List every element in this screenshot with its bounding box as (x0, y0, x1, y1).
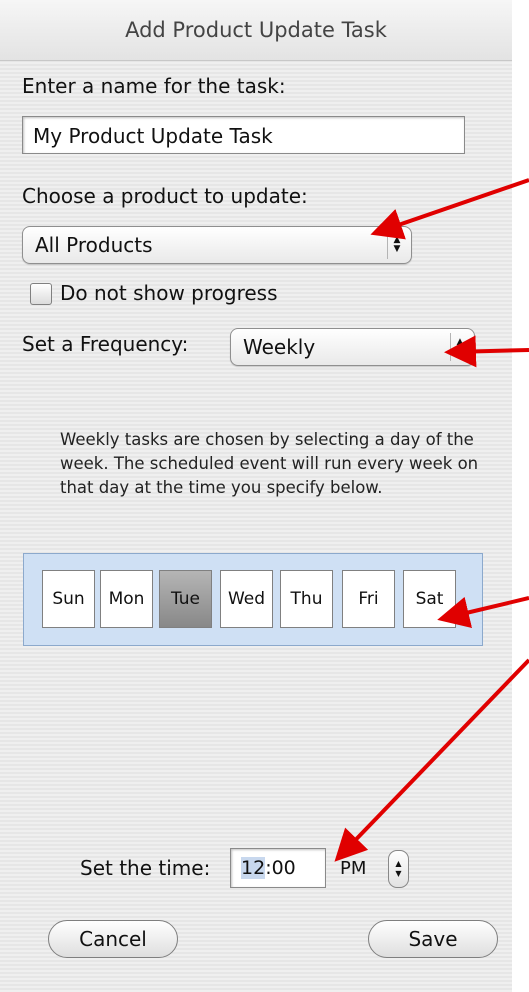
annotation-arrows (334, 178, 529, 862)
annotation-arrow-time (334, 658, 529, 862)
annotation-arrow-frequency (444, 335, 529, 368)
annotation-arrow-day (437, 596, 529, 629)
annotation-arrow-product (370, 178, 529, 240)
